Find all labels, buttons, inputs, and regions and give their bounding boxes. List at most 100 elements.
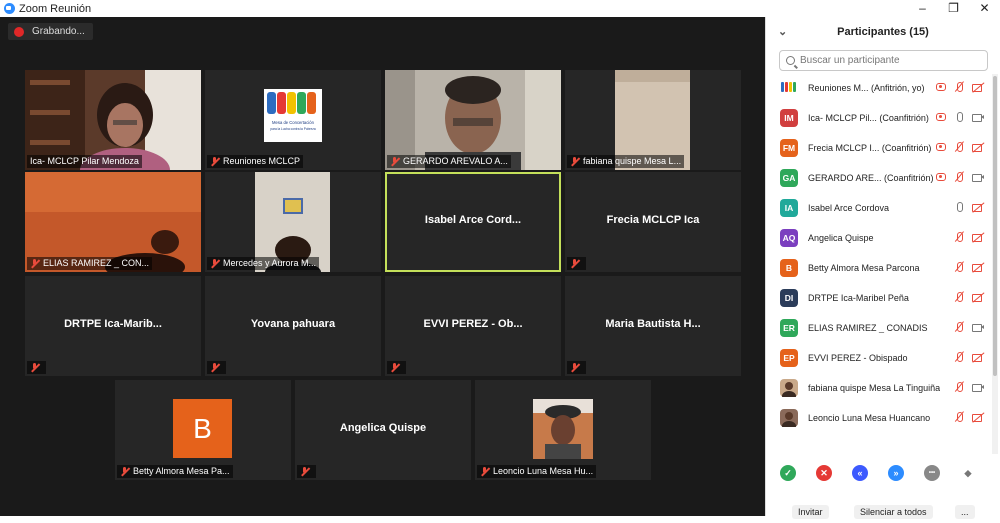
- mic-icon[interactable]: [954, 201, 964, 213]
- camera-icon[interactable]: [972, 111, 985, 123]
- participant-name-label: [27, 361, 46, 374]
- camera-icon[interactable]: [972, 171, 985, 183]
- participant-row[interactable]: IM Ica- MCLCP Pil... (Coanfitrión): [766, 103, 993, 133]
- yes-reaction-icon[interactable]: ✓: [780, 465, 796, 481]
- more-options-button[interactable]: ...: [955, 505, 975, 519]
- close-button[interactable]: ✕: [969, 0, 1000, 17]
- participant-status-icons: [954, 291, 985, 303]
- mic-muted-icon: [390, 157, 399, 166]
- invite-button[interactable]: Invitar: [792, 505, 829, 519]
- participant-row[interactable]: ER ELIAS RAMIREZ _ CONADIS: [766, 313, 993, 343]
- camera-off-icon[interactable]: [972, 81, 985, 93]
- go-slower-reaction-icon[interactable]: «: [852, 465, 868, 481]
- mic-muted-icon[interactable]: [954, 291, 964, 303]
- mic-muted-icon: [570, 259, 579, 268]
- reactions-bar: ✓ ✕ « » ••• ◆: [780, 465, 976, 481]
- participant-name-label: [387, 361, 406, 374]
- participant-status-icons: [954, 411, 985, 423]
- no-reaction-icon[interactable]: ✕: [816, 465, 832, 481]
- more-reaction-icon[interactable]: •••: [924, 465, 940, 481]
- video-tile-reuniones-mclcp[interactable]: Mesa de Concertación para la Lucha contr…: [205, 70, 381, 170]
- participant-name: Yovana pahuara: [250, 318, 336, 330]
- video-tile-frecia[interactable]: Frecia MCLCP Ica: [565, 172, 741, 272]
- scrollbar-thumb[interactable]: [993, 76, 997, 376]
- avatar: EP: [780, 349, 798, 367]
- participant-row[interactable]: IA Isabel Arce Cordova: [766, 193, 993, 223]
- video-tile-pilar[interactable]: Ica- MCLCP Pilar Mendoza: [25, 70, 201, 170]
- camera-off-icon[interactable]: [972, 411, 985, 423]
- mic-muted-icon: [480, 467, 489, 476]
- mic-muted-icon: [120, 467, 129, 476]
- recording-icon: [936, 83, 946, 91]
- video-tile-maria[interactable]: Maria Bautista H...: [565, 276, 741, 376]
- video-tile-mercedes[interactable]: Mercedes y Aurora M...: [205, 172, 381, 272]
- participant-name: Betty Almora Mesa Parcona: [808, 263, 920, 273]
- participant-row[interactable]: AQ Angelica Quispe: [766, 223, 993, 253]
- mic-muted-icon[interactable]: [954, 351, 964, 363]
- minimize-button[interactable]: –: [907, 0, 938, 17]
- mute-all-button[interactable]: Silenciar a todos: [854, 505, 933, 519]
- mic-muted-icon[interactable]: [954, 81, 964, 93]
- title-bar: Zoom Reunión – ❐ ✕: [0, 0, 1000, 17]
- participant-status-icons: [954, 381, 985, 393]
- camera-off-icon[interactable]: [972, 201, 985, 213]
- video-tile-angelica[interactable]: Angelica Quispe: [295, 380, 471, 480]
- participant-name: fabiana quispe Mesa La Tinguiña: [808, 383, 941, 393]
- participant-search-input[interactable]: Buscar un participante: [779, 50, 988, 71]
- video-tile-isabel-active-speaker[interactable]: Isabel Arce Cord...: [385, 172, 561, 272]
- participant-name-label: [567, 361, 586, 374]
- camera-off-icon[interactable]: [972, 291, 985, 303]
- camera-off-icon[interactable]: [972, 231, 985, 243]
- participant-row[interactable]: Reuniones M... (Anfitrión, yo): [766, 73, 993, 103]
- participant-name-label: [567, 257, 586, 270]
- video-tile-gerardo[interactable]: GERARDO AREVALO A...: [385, 70, 561, 170]
- mic-muted-icon[interactable]: [954, 411, 964, 423]
- mic-muted-icon[interactable]: [954, 321, 964, 333]
- camera-off-icon[interactable]: [972, 141, 985, 153]
- recording-label: Grabando...: [32, 26, 85, 37]
- mic-muted-icon: [30, 363, 39, 372]
- video-tile-elias[interactable]: ELIAS RAMIREZ _ CON...: [25, 172, 201, 272]
- mic-muted-icon[interactable]: [954, 141, 964, 153]
- video-tile-drtpe[interactable]: DRTPE Ica-Marib...: [25, 276, 201, 376]
- avatar: DI: [780, 289, 798, 307]
- video-tile-leoncio[interactable]: Leoncio Luna Mesa Hu...: [475, 380, 651, 480]
- recording-icon: [936, 143, 946, 151]
- mic-icon[interactable]: [954, 111, 964, 123]
- participant-name-label: fabiana quispe Mesa L...: [567, 155, 685, 168]
- participant-row[interactable]: fabiana quispe Mesa La Tinguiña: [766, 373, 993, 403]
- participant-row[interactable]: Leoncio Luna Mesa Huancano: [766, 403, 993, 433]
- participant-row[interactable]: FM Frecia MCLCP I... (Coanfitrión): [766, 133, 993, 163]
- participant-name: Isabel Arce Cordova: [808, 203, 890, 213]
- camera-icon[interactable]: [972, 321, 985, 333]
- participant-row[interactable]: EP EVVI PEREZ - Obispado: [766, 343, 993, 373]
- avatar: B: [173, 399, 232, 458]
- mic-muted-icon[interactable]: [954, 171, 964, 183]
- mic-muted-icon: [570, 157, 579, 166]
- mic-muted-icon: [30, 259, 39, 268]
- participant-status-icons: [954, 321, 985, 333]
- mic-muted-icon[interactable]: [954, 381, 964, 393]
- avatar: [780, 379, 798, 397]
- camera-off-icon[interactable]: [972, 351, 985, 363]
- mic-muted-icon[interactable]: [954, 261, 964, 273]
- participant-row[interactable]: DI DRTPE Ica-Maribel Peña: [766, 283, 993, 313]
- recording-indicator[interactable]: Grabando...: [8, 23, 93, 40]
- participant-row[interactable]: B Betty Almora Mesa Parcona: [766, 253, 993, 283]
- video-tile-evvi[interactable]: EVVI PEREZ - Ob...: [385, 276, 561, 376]
- video-tile-fabiana[interactable]: fabiana quispe Mesa L...: [565, 70, 741, 170]
- video-tile-betty[interactable]: B Betty Almora Mesa Pa...: [115, 380, 291, 480]
- go-faster-reaction-icon[interactable]: »: [888, 465, 904, 481]
- restore-button[interactable]: ❐: [938, 0, 969, 17]
- video-tile-yovana[interactable]: Yovana pahuara: [205, 276, 381, 376]
- camera-icon[interactable]: [972, 381, 985, 393]
- participant-row[interactable]: GA GERARDO ARE... (Coanfitrión): [766, 163, 993, 193]
- camera-off-icon[interactable]: [972, 261, 985, 273]
- participant-list-scrollbar[interactable]: [992, 74, 998, 454]
- avatar: GA: [780, 169, 798, 187]
- mic-muted-icon[interactable]: [954, 231, 964, 243]
- panel-footer: Invitar Silenciar a todos ...: [766, 503, 1000, 523]
- chevron-down-icon[interactable]: ⌄: [778, 25, 787, 38]
- clear-reaction-icon[interactable]: ◆: [960, 465, 976, 481]
- participant-name: GERARDO ARE... (Coanfitrión): [808, 173, 934, 183]
